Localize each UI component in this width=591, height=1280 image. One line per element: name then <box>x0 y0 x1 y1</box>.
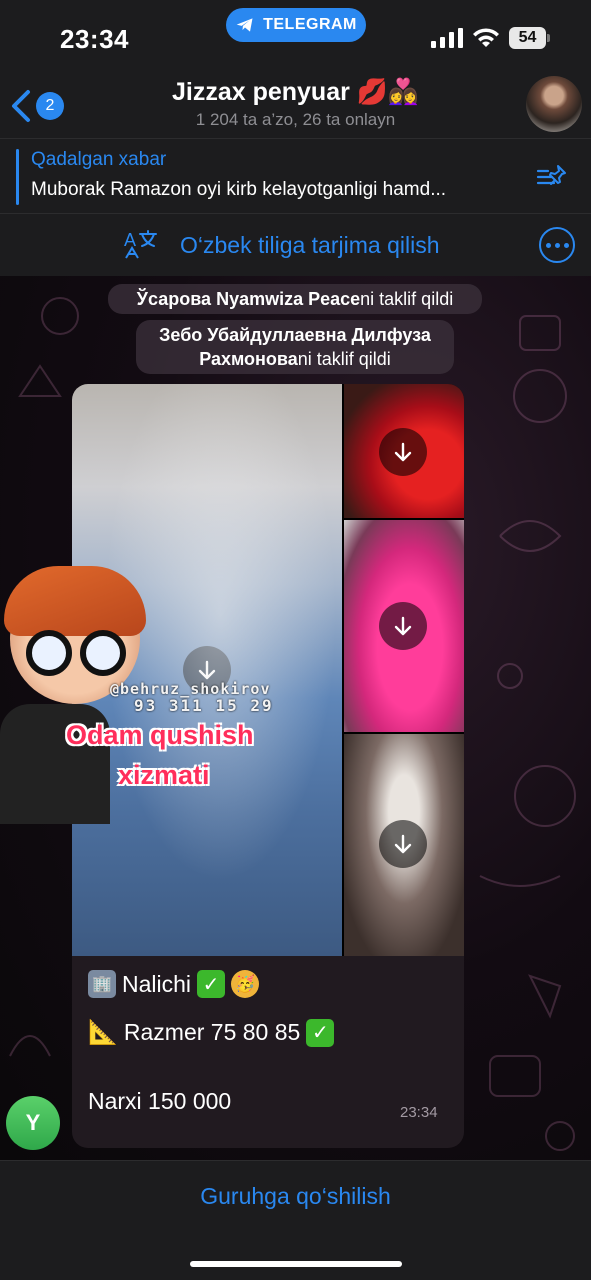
pinned-message-bar[interactable]: Qadalgan xabar Muborak Ramazon oyi kirb … <box>0 138 591 214</box>
photo-thumb-2[interactable] <box>344 520 464 732</box>
triangle-ruler-icon: 📐 <box>88 1019 118 1046</box>
caption-line: 📐 Razmer 75 80 85 ✓ <box>88 1018 335 1047</box>
chat-area[interactable]: Ўсарова Nyamwiza Peaceni taklif qildi Зе… <box>0 276 591 1160</box>
wifi-icon <box>473 28 499 47</box>
more-dot <box>563 242 569 248</box>
arrow-down-icon <box>394 442 412 462</box>
home-indicator[interactable] <box>190 1261 402 1267</box>
status-time: 23:34 <box>60 24 129 54</box>
check-mark-icon: ✓ <box>306 1018 335 1047</box>
signal-icon <box>431 28 463 48</box>
pinned-indicator <box>16 149 19 205</box>
pinned-title: Qadalgan xabar <box>31 149 167 170</box>
caption-line: 🏢 Nalichi ✓ 🥳 <box>88 970 260 998</box>
telegram-pill-label: TELEGRAM <box>263 16 357 33</box>
join-bar: Guruhga qo‘shilish <box>0 1160 591 1280</box>
service-message-invite: Ўсарова Nyamwiza Peaceni taklif qildi <box>108 284 482 314</box>
glasses-icon <box>26 630 72 676</box>
caption-text: Razmer 75 80 85 <box>123 1019 301 1045</box>
service-action: ni taklif qildi <box>297 349 391 369</box>
translate-label: O‘zbek tiliga tarjima qilish <box>180 232 440 258</box>
group-avatar[interactable] <box>526 76 582 132</box>
service-action: ni taklif qildi <box>360 289 454 309</box>
arrow-down-icon <box>394 834 412 854</box>
more-options-button[interactable] <box>539 227 575 263</box>
check-mark-icon: ✓ <box>197 970 226 998</box>
sender-avatar[interactable]: Y <box>6 1096 60 1150</box>
chat-header: 2 Jizzax penyuar 💋👩‍❤️‍👩 1 204 ta a’zo, … <box>0 72 591 138</box>
translate-icon: A <box>124 230 157 259</box>
chat-title[interactable]: Jizzax penyuar 💋👩‍❤️‍👩 <box>0 78 591 107</box>
sticker-hair <box>4 566 146 636</box>
telegram-pill[interactable]: TELEGRAM <box>226 8 366 42</box>
more-dot <box>554 242 560 248</box>
invited-name[interactable]: Ўсарова Nyamwiza Peace <box>137 289 360 309</box>
join-group-button[interactable]: Guruhga qo‘shilish <box>0 1183 591 1210</box>
telegram-icon <box>236 18 253 32</box>
pinned-list-icon[interactable] <box>536 163 568 191</box>
pinned-text: Muborak Ramazon oyi kirb kelayotganligi … <box>31 179 447 200</box>
sticker-phone: 93 311 15 29 <box>134 696 274 715</box>
party-face-icon: 🥳 <box>231 970 260 998</box>
message-time: 23:34 <box>400 1104 438 1121</box>
message-caption[interactable]: 🏢 Nalichi ✓ 🥳 📐 Razmer 75 80 85 ✓ Narxi … <box>72 956 464 1148</box>
chat-subtitle: 1 204 ta a’zo, 26 ta onlayn <box>195 110 396 129</box>
photo-thumb-1[interactable] <box>344 384 464 518</box>
download-button[interactable] <box>379 820 427 868</box>
photo-thumb-3[interactable] <box>344 734 464 956</box>
download-button[interactable] <box>379 602 427 650</box>
arrow-down-icon <box>394 616 412 636</box>
glasses-icon <box>80 630 126 676</box>
svg-text:A: A <box>124 230 136 250</box>
translate-bar[interactable]: A O‘zbek tiliga tarjima qilish <box>0 214 591 276</box>
service-message-invite: Зебо Убайдуллаевна Дилфуза Рахмоноваni t… <box>136 320 454 374</box>
sticker-text-line1: Odam qushish <box>66 720 254 750</box>
more-dot <box>545 242 551 248</box>
sticker-text-line2: xizmati <box>118 760 210 790</box>
status-bar: 23:34 TELEGRAM 54 <box>0 0 591 72</box>
caption-line: Narxi 150 000 <box>88 1088 231 1115</box>
caption-text: Nalichi <box>122 970 192 997</box>
download-button[interactable] <box>379 428 427 476</box>
building-icon: 🏢 <box>88 970 116 998</box>
battery-icon: 54 <box>509 27 551 49</box>
caption-text: Narxi 150 000 <box>88 1088 232 1114</box>
battery-level: 54 <box>509 27 546 49</box>
